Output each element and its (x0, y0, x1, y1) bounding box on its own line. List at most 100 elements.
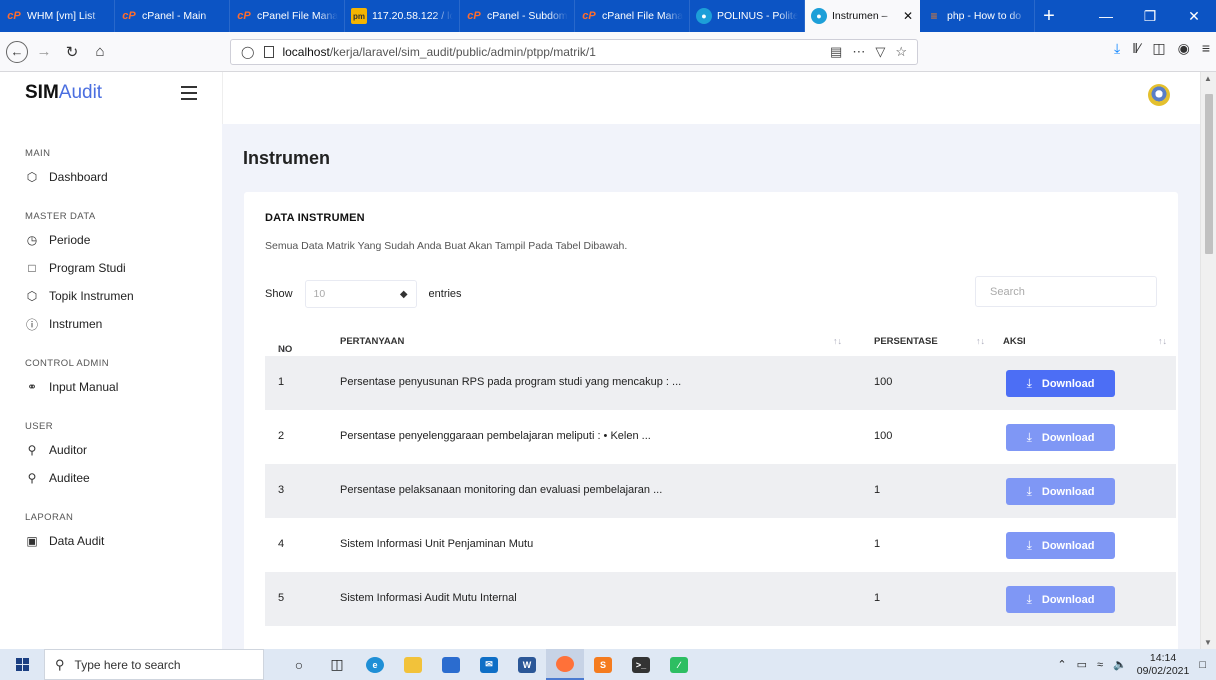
sidebar-item-instrumen[interactable]: ⓘ Instrumen (0, 310, 222, 338)
downloads-icon[interactable]: ⤓ (1114, 40, 1120, 57)
tab-label: cPanel - Main (142, 10, 207, 22)
pocket-icon[interactable]: ▽ (875, 44, 885, 60)
sidebar-item-auditee[interactable]: ⚲ Auditee (0, 464, 222, 492)
browser-tab[interactable]: cP cPanel File Mana (575, 0, 690, 32)
reload-icon[interactable]: ↻ (60, 40, 84, 64)
page-info-icon[interactable] (264, 46, 275, 58)
download-button[interactable]: ⤓ Download (1006, 532, 1115, 559)
sidebar-item-periode[interactable]: ◷ Periode (0, 226, 222, 254)
download-button[interactable]: ⤓ Download (1006, 424, 1115, 451)
taskbar-clock[interactable]: 14:14 09/02/2021 (1137, 652, 1190, 678)
cube-icon: ⬡ (26, 289, 38, 303)
tray-chevron-icon[interactable]: ⌃ (1057, 658, 1066, 671)
terminal-icon[interactable]: >_ (622, 649, 660, 680)
cell-no: 2 (278, 430, 285, 442)
sidebar-item-label: Auditor (49, 443, 88, 457)
close-tab-icon[interactable]: ✕ (903, 9, 913, 23)
browser-tab[interactable]: pm 117.20.58.122 / lo (345, 0, 460, 32)
library-icon[interactable]: ‖∕ (1132, 40, 1140, 57)
page-actions-icon[interactable]: ⋯ (852, 44, 865, 60)
sidebar-item-label: Dashboard (49, 170, 108, 184)
page-scrollbar[interactable]: ▲ ▼ (1200, 72, 1216, 649)
store-icon[interactable] (432, 649, 470, 680)
minimize-icon[interactable]: — (1084, 0, 1128, 32)
tab-label: Instrumen – (832, 10, 888, 22)
sidebar-item-input-manual[interactable]: ⚭ Input Manual (0, 373, 222, 401)
notepad-plus-icon[interactable]: ∕ (660, 649, 698, 680)
cortana-icon[interactable]: ○ (280, 649, 318, 680)
square-icon: □ (28, 261, 36, 275)
url-text[interactable]: localhost/kerja/laravel/sim_audit/public… (282, 45, 596, 59)
sidebar-item-data-audit[interactable]: ▣ Data Audit (0, 527, 222, 555)
page-viewport: SIM Audit MAIN ⬡ Dashboard MASTER DATA ◷ Perio… (0, 72, 1216, 649)
firefox-icon[interactable] (546, 649, 584, 680)
new-tab-button[interactable]: + (1035, 0, 1063, 32)
browser-tab[interactable]: cP cPanel File Mana (230, 0, 345, 32)
start-button[interactable] (0, 649, 44, 680)
tracking-shield-icon[interactable]: ◯ (241, 45, 254, 59)
entries-select[interactable]: 10 ◆ (304, 280, 417, 308)
card-subtitle: Semua Data Matrik Yang Sudah Anda Buat A… (265, 240, 628, 252)
reader-view-icon[interactable]: ▤ (830, 44, 842, 60)
show-label: Show (265, 288, 293, 300)
browser-tab[interactable]: ● POLINUS - Polite (690, 0, 805, 32)
sidebar-item-label: Instrumen (49, 317, 103, 331)
browser-tab[interactable]: cP cPanel - Main (115, 0, 230, 32)
download-button[interactable]: ⤓ Download (1006, 586, 1115, 613)
volume-icon[interactable]: 🔈 (1113, 658, 1127, 671)
close-window-icon[interactable]: ✕ (1172, 0, 1216, 32)
restore-icon[interactable]: ❐ (1128, 0, 1172, 32)
battery-icon[interactable]: ▭ (1077, 658, 1087, 671)
home-icon[interactable]: ⌂ (88, 40, 112, 64)
column-header-action[interactable]: AKSI (1003, 336, 1026, 347)
taskbar-search-input[interactable]: ⚲ Type here to search (44, 649, 264, 680)
sidebar-toggle-icon[interactable]: ◫ (1152, 40, 1165, 57)
download-icon: ⤓ (1026, 376, 1032, 390)
sublime-text-icon[interactable]: S (584, 649, 622, 680)
download-icon: ⤓ (1026, 592, 1032, 606)
avatar[interactable] (1148, 84, 1170, 106)
hamburger-menu-icon[interactable] (181, 86, 197, 104)
scroll-up-icon: ▲ (1204, 74, 1212, 83)
cell-question: Sistem Informasi Audit Mutu Internal (340, 592, 517, 604)
sort-icon[interactable]: ↑↓ (1158, 336, 1167, 346)
cell-percent: 100 (874, 430, 893, 442)
column-header-question[interactable]: PERTANYAAN (340, 336, 404, 347)
back-arrow-icon[interactable]: ← (6, 40, 28, 63)
download-button[interactable]: ⤓ Download (1006, 370, 1115, 397)
column-header-percent[interactable]: PERSENTASE (874, 336, 938, 347)
search-input[interactable]: Search (975, 276, 1157, 307)
word-icon[interactable]: W (508, 649, 546, 680)
task-view-icon[interactable]: ◫ (318, 649, 356, 680)
browser-tab[interactable]: ≡ php - How to do (920, 0, 1035, 32)
phpmyadmin-icon: pm (351, 8, 367, 24)
sort-icon[interactable]: ↑↓ (833, 336, 842, 346)
edge-icon[interactable]: e (356, 649, 394, 680)
file-explorer-icon[interactable] (394, 649, 432, 680)
bookmark-star-icon[interactable]: ☆ (895, 44, 907, 60)
entries-label: entries (428, 288, 462, 300)
menu-icon[interactable]: ≡ (1202, 40, 1210, 57)
sidebar-item-program-studi[interactable]: □ Program Studi (0, 254, 222, 282)
download-button[interactable]: ⤓ Download (1006, 478, 1115, 505)
browser-tab-strip: cP WHM [vm] List cP cPanel - Main cP cPanel F… (0, 0, 1216, 32)
sidebar-item-topik-instrumen[interactable]: ⬡ Topik Instrumen (0, 282, 222, 310)
sidebar-item-dashboard[interactable]: ⬡ Dashboard (0, 163, 222, 191)
sort-icon[interactable]: ↑↓ (976, 336, 985, 346)
wifi-icon[interactable]: ≈ (1097, 659, 1103, 671)
select-caret-icon: ◆ (399, 288, 408, 300)
browser-tab[interactable]: cP cPanel - Subdom (460, 0, 575, 32)
account-icon[interactable]: ◉ (1178, 40, 1190, 57)
notifications-icon[interactable]: □ (1199, 659, 1206, 671)
sidebar: SIM Audit MAIN ⬡ Dashboard MASTER DATA ◷ Perio… (0, 72, 222, 649)
browser-tab[interactable]: cP WHM [vm] List (0, 0, 115, 32)
key-icon: ⚭ (26, 380, 38, 394)
download-icon: ⤓ (1026, 484, 1032, 498)
browser-tab[interactable]: ● Instrumen – ✕ (805, 0, 920, 32)
mail-icon[interactable]: ✉ (470, 649, 508, 680)
sidebar-item-auditor[interactable]: ⚲ Auditor (0, 436, 222, 464)
windows-logo-icon (15, 658, 29, 671)
url-bar[interactable]: ◯ localhost/kerja/laravel/sim_audit/publ… (230, 39, 918, 65)
table-row: 3 Persentase pelaksanaan monitoring dan e… (265, 464, 1176, 518)
forward-arrow-icon[interactable]: → (32, 40, 56, 64)
